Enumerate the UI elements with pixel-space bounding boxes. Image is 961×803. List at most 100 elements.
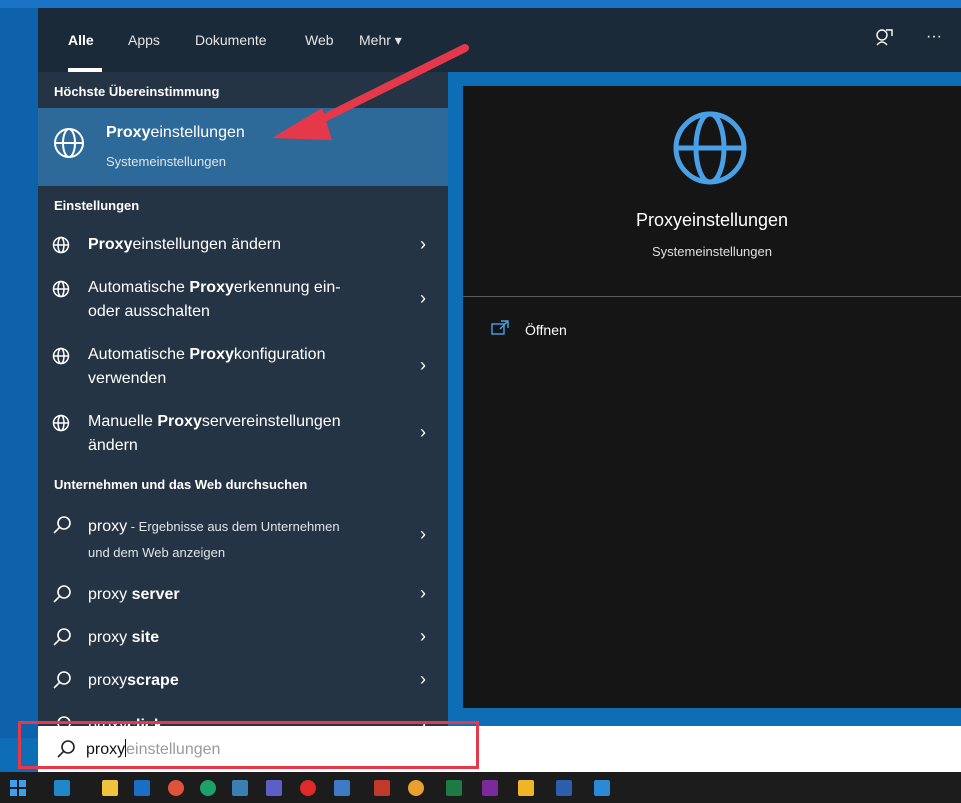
web-search-item[interactable]: proxy - Ergebnisse aus dem Unternehmen un… [38,510,448,564]
tab-apps[interactable]: Apps [128,32,160,48]
search-icon [53,585,71,603]
web-search-item[interactable]: proxyscrape › [38,665,448,697]
tab-dokumente[interactable]: Dokumente [195,32,267,48]
outlook-icon[interactable] [134,780,150,796]
app-icon[interactable] [300,780,316,796]
settings-item-label: Automatische Proxykonfiguration verwenden [88,343,325,391]
search-icon [53,671,71,689]
globe-icon [52,414,70,432]
preview-divider [463,296,961,297]
web-search-item[interactable]: proxy site › [38,622,448,654]
best-match-subtitle: Systemeinstellungen [106,154,226,169]
web-search-label: proxyscrape [88,669,179,693]
settings-item-bold: Proxy [157,413,202,430]
chevron-right-icon: › [420,288,426,308]
save-icon[interactable] [334,780,350,796]
web-search-bold: site [131,629,160,646]
settings-item-post: erkennung ein- [233,279,341,296]
results-panel: Höchste Übereinstimmung Proxyeinstellung… [38,72,448,726]
globe-icon [52,280,70,298]
app-icon[interactable] [374,780,390,796]
settings-item[interactable]: Automatische Proxyerkennung ein-oder aus… [38,272,448,328]
web-search-term: proxy [88,586,132,603]
desktop-left-edge [0,8,38,738]
highlight-annotation-box [18,721,479,769]
web-search-term: proxy [88,629,132,646]
tab-alle[interactable]: Alle [68,32,94,48]
settings-item-line2: ändern [88,437,138,454]
app-icon[interactable] [594,780,610,796]
settings-item-pre: Automatische [88,346,190,363]
web-search-label: proxy - Ergebnisse aus dem Unternehmen un… [88,514,340,566]
open-action[interactable]: Öffnen [491,318,641,342]
web-search-line2: und dem Web anzeigen [88,545,226,560]
web-search-bold: scrape [127,672,179,689]
search-icon [53,516,71,534]
teams-icon[interactable] [266,780,282,796]
settings-item-post: servereinstellungen [201,413,341,430]
section-settings: Einstellungen [54,198,140,213]
chevron-right-icon: › [420,422,426,442]
settings-item-label: Proxyeinstellungen ändern [88,233,281,257]
best-match-title-rest: einstellungen [150,124,245,141]
settings-item-line2: oder ausschalten [88,303,210,320]
best-match-title-bold: Proxy [106,124,151,141]
windows-start-icon[interactable] [10,780,26,796]
open-external-icon [491,320,509,335]
web-search-term: proxy [88,518,128,535]
chevron-right-icon: › [420,524,426,544]
web-search-item[interactable]: proxy server › [38,579,448,611]
web-search-suffix: - Ergebnisse aus dem Unternehmen [127,519,340,534]
more-options-icon[interactable]: ··· [926,28,942,46]
onenote-icon[interactable] [482,780,498,796]
settings-item-post: konfiguration [233,346,326,363]
settings-item-pre: Manuelle [88,413,158,430]
globe-icon [52,347,70,365]
settings-item-label: Automatische Proxyerkennung ein-oder aus… [88,276,341,324]
chevron-right-icon: › [420,355,426,375]
web-search-label: proxy server [88,583,180,607]
search-filter-bar: Alle Apps Dokumente Web Mehr ▾ ··· [38,8,961,72]
settings-item-bold: Proxy [189,279,234,296]
word-icon[interactable] [556,780,572,796]
open-action-label: Öffnen [525,322,567,338]
chevron-right-icon: › [420,626,426,646]
settings-item[interactable]: Automatische Proxykonfiguration verwenden… [38,339,448,395]
search-icon [53,628,71,646]
globe-icon [52,236,70,254]
chevron-right-icon: › [420,669,426,689]
feedback-icon[interactable] [875,28,893,48]
window-top-edge [0,0,961,8]
chevron-right-icon: › [420,234,426,254]
settings-item-bold: Proxy [88,236,133,253]
app-icon[interactable] [54,780,70,796]
app-icon[interactable] [408,780,424,796]
preview-subtitle: Systemeinstellungen [652,244,772,259]
section-web-search: Unternehmen und das Web durchsuchen [54,477,308,492]
preview-title: Proxyeinstellungen [635,210,789,230]
settings-item[interactable]: Proxyeinstellungen ändern › [38,224,448,264]
web-search-term: proxy [88,672,128,689]
app-icon[interactable] [168,780,184,796]
preview-pane: Proxyeinstellungen Systemeinstellungen Ö… [463,86,961,708]
web-search-label: proxy site [88,626,159,650]
web-search-bold: server [131,586,180,603]
best-match-title: Proxyeinstellungen [106,124,245,142]
globe-icon [54,128,84,158]
taskbar [0,772,961,803]
settings-item-post: einstellungen ändern [132,236,282,253]
settings-item-pre: Automatische [88,279,190,296]
section-best-match: Höchste Übereinstimmung [54,84,220,99]
globe-icon [673,111,747,185]
edge-icon[interactable] [200,780,216,796]
excel-icon[interactable] [446,780,462,796]
app-icon[interactable] [518,780,534,796]
file-explorer-icon[interactable] [102,780,118,796]
annotation-arrow-icon [272,44,469,140]
settings-item-bold: Proxy [189,346,234,363]
settings-item[interactable]: Manuelle Proxyservereinstellungen ändern … [38,406,448,462]
chevron-right-icon: › [420,583,426,603]
settings-item-label: Manuelle Proxyservereinstellungen ändern [88,410,341,458]
settings-item-line2: verwenden [88,370,167,387]
app-icon[interactable] [232,780,248,796]
